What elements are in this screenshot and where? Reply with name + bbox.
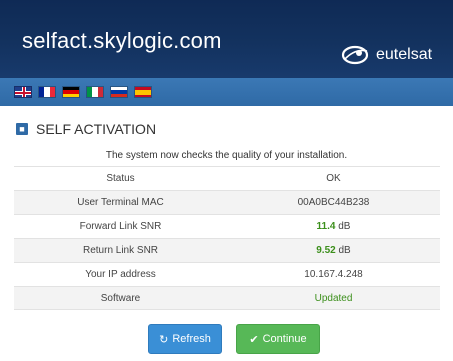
flag-es-icon[interactable] (134, 86, 152, 98)
row-value: 9.52 dB (227, 245, 440, 256)
row-value: 11.4 dB (227, 221, 440, 232)
table-row: User Terminal MAC 00A0BC44B238 (14, 190, 440, 214)
row-label: Forward Link SNR (79, 221, 162, 232)
continue-button[interactable]: ✔ Continue (236, 324, 320, 354)
eutelsat-logo-icon (341, 45, 369, 65)
table-row: Software Updated (14, 286, 440, 310)
row-label: Status (106, 173, 135, 184)
intro-text: The system now checks the quality of you… (105, 150, 348, 161)
return-snr-value: 9.52 (316, 245, 336, 256)
panel-title-label: SELF ACTIVATION (36, 121, 157, 137)
continue-button-label: Continue (262, 333, 307, 345)
flag-de-icon[interactable] (62, 86, 80, 98)
table-row: Forward Link SNR 11.4 dB (14, 214, 440, 238)
forward-snr-value: 11.4 (316, 221, 336, 232)
row-label: Your IP address (85, 269, 156, 280)
table-row: Status OK (14, 166, 440, 190)
status-table: Status OK User Terminal MAC 00A0BC44B238… (14, 166, 440, 310)
refresh-button[interactable]: ↻ Refresh (148, 324, 222, 354)
language-bar (0, 78, 453, 106)
row-label: Return Link SNR (82, 245, 159, 256)
panel-title: ■ SELF ACTIVATION (16, 120, 156, 138)
row-value: 00A0BC44B238 (297, 197, 370, 208)
flag-ru-icon[interactable] (110, 86, 128, 98)
row-label: User Terminal MAC (77, 197, 164, 208)
return-snr-unit: dB (335, 245, 351, 256)
header: selfact.skylogic.com eutelsat (0, 0, 453, 78)
checkmark-icon: ✔ (249, 333, 259, 346)
refresh-button-label: Refresh (172, 333, 211, 345)
table-row: Your IP address 10.167.4.248 (14, 262, 440, 286)
brand: eutelsat (340, 42, 450, 68)
flag-fr-icon[interactable] (38, 86, 56, 98)
flag-it-icon[interactable] (86, 86, 104, 98)
forward-snr-unit: dB (335, 221, 351, 232)
row-label: Software (100, 292, 141, 304)
flag-uk-icon[interactable] (14, 86, 32, 98)
site-title: selfact.skylogic.com (22, 28, 222, 53)
row-value: OK (326, 173, 341, 184)
table-row: Return Link SNR 9.52 dB (14, 238, 440, 262)
brand-name: eutelsat (376, 46, 433, 63)
info-square-icon: ■ (16, 123, 28, 135)
row-value: 10.167.4.248 (304, 269, 363, 280)
refresh-icon: ↻ (159, 333, 169, 346)
software-status-value: Updated (314, 292, 353, 304)
